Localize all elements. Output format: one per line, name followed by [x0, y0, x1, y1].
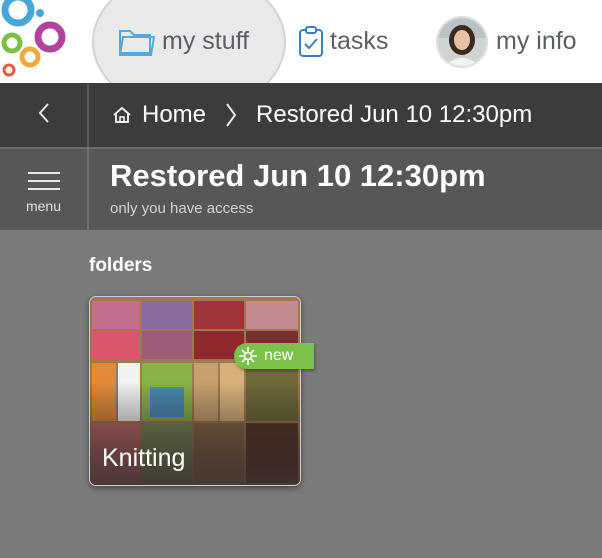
sparkle-icon — [238, 346, 258, 366]
page-title: Restored Jun 10 12:30pm — [110, 158, 486, 193]
tab-my-stuff-label: my stuff — [162, 27, 250, 55]
tab-tasks[interactable]: tasks — [298, 0, 388, 83]
tab-my-info[interactable]: my info — [436, 0, 577, 83]
folder-card-knitting[interactable]: Knitting — [89, 296, 301, 486]
home-icon — [112, 106, 132, 124]
breadcrumb-home-link[interactable]: Home — [142, 101, 206, 129]
menu-label: menu — [25, 197, 62, 214]
new-badge: new — [234, 343, 314, 369]
top-navigation: my stuff tasks my info — [0, 0, 602, 114]
menu-button[interactable]: menu — [0, 149, 89, 230]
hamburger-icon — [27, 166, 60, 196]
breadcrumb-bar: Home Restored Jun 10 12:30pm — [0, 83, 602, 149]
folder-icon — [118, 27, 156, 57]
clipboard-check-icon — [298, 25, 324, 58]
page-header: menu Restored Jun 10 12:30pm only you ha… — [0, 149, 602, 230]
folder-name: Knitting — [102, 444, 186, 472]
tab-my-info-label: my info — [496, 27, 577, 55]
chevron-right-icon — [224, 101, 238, 129]
new-badge-label: new — [264, 347, 294, 364]
access-status: only you have access — [110, 200, 254, 217]
avatar — [436, 15, 488, 68]
tab-tasks-label: tasks — [330, 27, 389, 55]
breadcrumb: Home Restored Jun 10 12:30pm — [112, 83, 532, 147]
back-button[interactable] — [0, 83, 89, 147]
tab-my-stuff[interactable]: my stuff — [118, 0, 249, 83]
section-label-folders: folders — [89, 255, 153, 276]
breadcrumb-current: Restored Jun 10 12:30pm — [256, 101, 533, 128]
app-logo — [1, 0, 66, 77]
chevron-left-icon — [37, 102, 51, 129]
